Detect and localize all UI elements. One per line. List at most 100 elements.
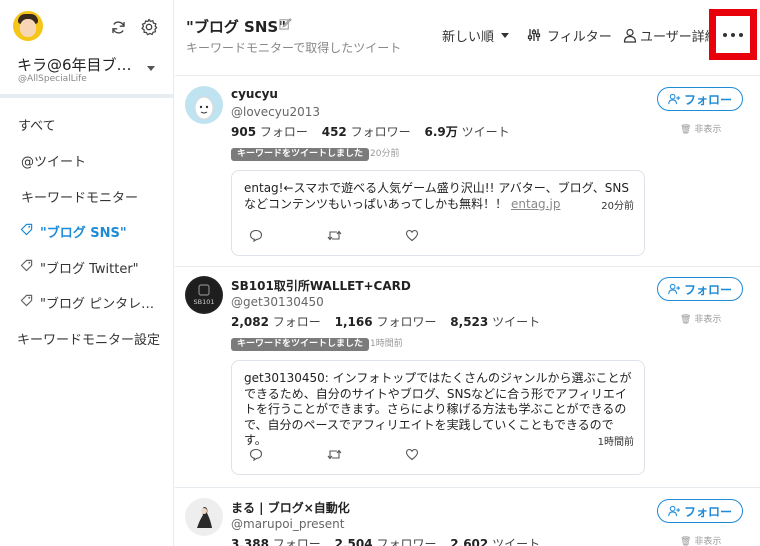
more-icon — [723, 32, 727, 37]
sidebar-item-mentions[interactable]: @ツイート — [0, 144, 173, 176]
account-header: キラ@6年目ブ… @AllSpecialLife — [0, 0, 173, 98]
more-options-highlight — [709, 9, 757, 60]
tweet-user-name[interactable]: cyucyu — [231, 87, 278, 101]
sidebar-item-label: キーワードモニター設定 — [17, 332, 161, 348]
sidebar-item-label: "ブログ SNS" — [40, 225, 127, 241]
follow-button[interactable]: フォロー — [657, 277, 743, 301]
avatar[interactable] — [13, 11, 43, 41]
tweet-user-name[interactable]: SB101取引所WALLET+CARD — [231, 277, 411, 294]
tweet-card: まる | ブログ×自動化 @marupoi_present 3,388 フォロー… — [175, 489, 760, 546]
hide-link[interactable]: 🗑 非表示 — [680, 122, 721, 135]
page-title: "ブログ SNS" — [186, 18, 287, 36]
hide-label: 非表示 — [694, 315, 722, 325]
tag-icon — [20, 223, 34, 240]
chevron-down-icon — [501, 32, 510, 38]
user-detail-button[interactable]: ユーザー詳細 — [623, 26, 718, 45]
follow-count-label: フォロー — [272, 315, 321, 329]
tweet-card: cyucyu @lovecyu2013 905 フォロー 452 フォロワー 6… — [175, 77, 760, 267]
follow-count: 905 — [231, 125, 257, 139]
avatar[interactable] — [185, 498, 223, 536]
sort-label: 新しい順 — [442, 29, 495, 45]
heart-icon[interactable] — [404, 228, 420, 242]
account-name[interactable]: キラ@6年目ブ… — [17, 54, 137, 75]
user-stats: 3,388 フォロー 2,504 フォロワー 2,602 ツイート — [231, 535, 540, 546]
avatar[interactable]: SB101 — [185, 276, 223, 314]
quoted-tweet-time: 1時間前 — [597, 437, 634, 448]
badge-time: 1時間前 — [370, 339, 403, 349]
keyword-badge: キーワードをツイートしました — [231, 338, 370, 351]
tweet-user-name[interactable]: まる | ブログ×自動化 — [231, 499, 350, 516]
follower-count-label: フォロワー — [350, 125, 411, 139]
retweet-icon[interactable] — [326, 228, 342, 242]
sidebar: キラ@6年目ブ… @AllSpecialLife すべて @ツイート キーワード… — [0, 0, 174, 546]
tweet-card: SB101 SB101取引所WALLET+CARD @get30130450 2… — [175, 267, 760, 488]
sidebar-item-keyword-monitor[interactable]: キーワードモニター — [0, 180, 173, 212]
quoted-tweet-body: get30130450: インフォトップではたくさんのジャンルから選ぶことができ… — [244, 371, 634, 451]
svg-text:SB101: SB101 — [194, 298, 215, 306]
refresh-icon[interactable] — [108, 17, 128, 37]
tag-icon — [20, 294, 34, 311]
filter-button[interactable]: フィルター — [527, 26, 612, 45]
follower-count: 2,504 — [334, 537, 373, 546]
tweet-count: 8,523 — [450, 315, 489, 329]
tweet-user-handle[interactable]: @lovecyu2013 — [231, 105, 320, 119]
follow-button[interactable]: フォロー — [657, 87, 743, 111]
heart-icon[interactable] — [404, 447, 420, 461]
tweet-actions — [248, 447, 420, 461]
sort-dropdown[interactable]: 新しい順 — [442, 26, 510, 45]
sidebar-item-keyword-blog-twitter[interactable]: "ブログ Twitter" — [0, 251, 173, 283]
trash-icon: 🗑 — [680, 537, 692, 546]
follower-count-label: フォロワー — [376, 537, 437, 546]
quoted-tweet-text: get30130450: インフォトップではたくさんのジャンルから選ぶことができ… — [244, 371, 632, 447]
user-stats: 905 フォロー 452 フォロワー 6.9万 ツイート — [231, 123, 510, 140]
quoted-tweet[interactable]: get30130450: インフォトップではたくさんのジャンルから選ぶことができ… — [231, 360, 645, 475]
follower-count: 452 — [321, 125, 347, 139]
follow-count-label: フォロー — [259, 125, 308, 139]
chevron-down-icon[interactable] — [147, 66, 155, 71]
tweet-count-label: ツイート — [492, 537, 541, 546]
tweet-actions — [248, 228, 420, 242]
account-handle: @AllSpecialLife — [18, 74, 87, 84]
tweet-count-label: ツイート — [492, 315, 541, 329]
sidebar-item-all[interactable]: すべて — [0, 108, 173, 140]
follow-button-label: フォロー — [683, 282, 732, 297]
sidebar-item-keyword-blog-sns[interactable]: "ブログ SNS" — [0, 215, 173, 247]
sidebar-item-label: キーワードモニター — [21, 190, 139, 206]
feed-header: "ブログ SNS" キーワードモニターで取得したツイート 新しい順 フィルター … — [175, 0, 760, 76]
tweet-feed: cyucyu @lovecyu2013 905 フォロー 452 フォロワー 6… — [175, 77, 760, 546]
add-user-icon — [668, 93, 681, 105]
sidebar-item-label: "ブログ Twitter" — [40, 261, 139, 277]
quoted-tweet-body: entag!←スマホで遊べる人気ゲーム盛り沢山!! アバター、ブログ、SNSなど… — [244, 181, 634, 214]
follow-button-label: フォロー — [683, 504, 732, 519]
quoted-tweet[interactable]: entag!←スマホで遊べる人気ゲーム盛り沢山!! アバター、ブログ、SNSなど… — [231, 170, 645, 256]
avatar[interactable] — [185, 86, 223, 124]
follow-count: 3,388 — [231, 537, 269, 546]
more-options-button[interactable] — [716, 16, 750, 53]
page-subtitle: キーワードモニターで取得したツイート — [186, 41, 402, 55]
tweet-count: 2,602 — [450, 537, 489, 546]
add-user-icon — [668, 283, 681, 295]
quoted-tweet-text: entag!←スマホで遊べる人気ゲーム盛り沢山!! アバター、ブログ、SNSなど… — [244, 181, 630, 211]
trash-icon: 🗑 — [680, 125, 692, 135]
edit-icon[interactable] — [279, 17, 292, 34]
follow-button[interactable]: フォロー — [657, 499, 743, 523]
sidebar-item-label: "ブログ ピンタレ… — [40, 296, 155, 312]
hide-link[interactable]: 🗑 非表示 — [680, 534, 721, 546]
tweet-user-handle[interactable]: @marupoi_present — [231, 517, 345, 531]
tweet-count-label: ツイート — [461, 125, 510, 139]
user-icon — [623, 28, 637, 43]
sidebar-item-keyword-blog-pinterest[interactable]: "ブログ ピンタレ… — [0, 286, 173, 318]
sidebar-item-label: すべて — [18, 118, 56, 134]
sidebar-item-keyword-settings[interactable]: キーワードモニター設定 — [0, 322, 173, 354]
gear-icon[interactable] — [139, 17, 159, 37]
quoted-tweet-time: 20分前 — [601, 200, 634, 212]
quoted-tweet-link[interactable]: entag.jp — [511, 197, 560, 211]
trash-icon: 🗑 — [680, 315, 692, 325]
retweet-icon[interactable] — [326, 447, 342, 461]
keyword-badge: キーワードをツイートしました — [231, 148, 370, 161]
tweet-user-handle[interactable]: @get30130450 — [231, 295, 324, 309]
follower-count-label: フォロワー — [376, 315, 437, 329]
hide-link[interactable]: 🗑 非表示 — [680, 312, 721, 325]
reply-icon[interactable] — [248, 447, 264, 461]
reply-icon[interactable] — [248, 228, 264, 242]
